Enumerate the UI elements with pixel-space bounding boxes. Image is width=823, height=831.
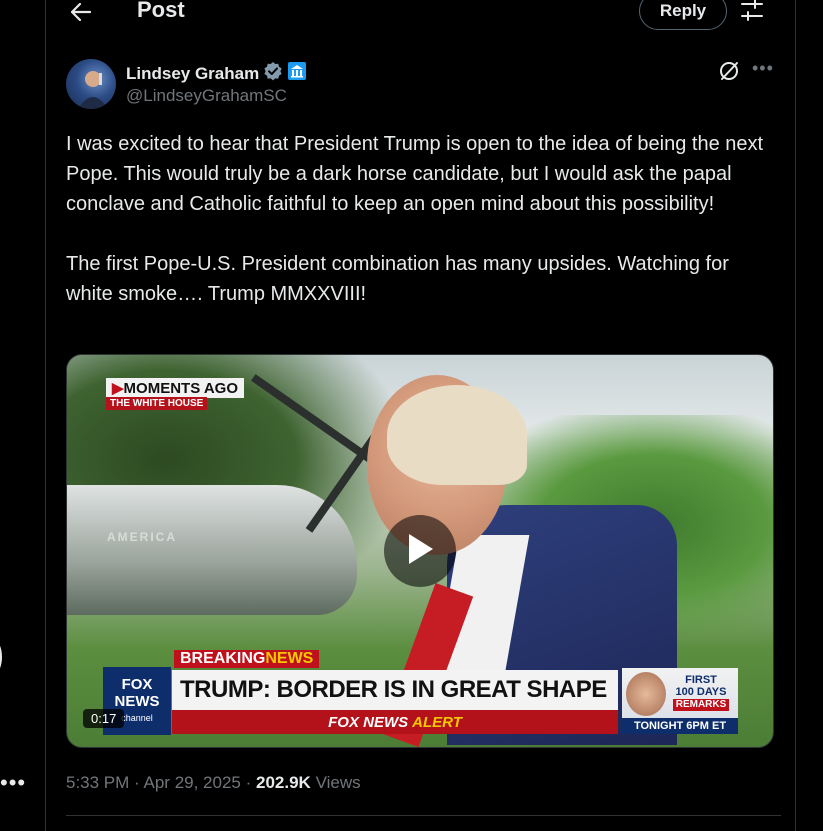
breaking-label: BREAKING <box>180 650 266 667</box>
verified-badge-icon <box>263 61 283 86</box>
author-name[interactable]: Lindsey Graham <box>126 64 259 84</box>
tweet-text: I was excited to hear that President Tru… <box>66 133 764 305</box>
fox-logo-channel: channel <box>121 712 153 723</box>
post-column: Post Reply Lindsey Graham @LindseyGraham… <box>45 0 796 831</box>
back-arrow-icon[interactable] <box>66 0 96 26</box>
play-icon <box>405 532 435 571</box>
meta-separator: · <box>245 773 252 792</box>
first100-remarks: REMARKS <box>672 699 730 711</box>
divider <box>66 815 781 816</box>
moments-arrow: ▶ <box>112 380 124 397</box>
government-building-icon <box>287 61 307 86</box>
views-label: Views <box>315 773 361 792</box>
author-name-row: Lindsey Graham <box>126 61 307 86</box>
post-time[interactable]: 5:33 PM <box>66 773 129 792</box>
fox-logo-fox: FOX <box>121 675 153 693</box>
moments-ago-tag: ▶MOMENTS AGO <box>106 378 244 398</box>
first-100-days-box: FIRST 100 DAYS REMARKS TONIGHT 6PM ET <box>622 668 738 734</box>
partial-avatar-ring <box>0 640 2 674</box>
tonight-label: TONIGHT 6PM ET <box>622 718 738 734</box>
author-handle[interactable]: @LindseyGrahamSC <box>126 86 287 106</box>
avatar[interactable] <box>66 59 116 109</box>
settings-sliders-icon[interactable] <box>740 0 764 24</box>
helicopter-text: AMERICA <box>107 530 177 544</box>
person-hair <box>387 385 527 485</box>
location-tag: THE WHITE HOUSE <box>106 397 208 410</box>
moments-label: MOMENTS AGO <box>123 380 238 397</box>
post-meta: 5:33 PM · Apr 29, 2025 · 202.9K Views <box>66 773 361 793</box>
first100-line1: FIRST <box>685 674 717 686</box>
first-100-text: FIRST 100 DAYS REMARKS <box>668 674 734 711</box>
more-dots-icon[interactable]: ••• <box>0 770 26 796</box>
more-options-icon[interactable]: ••• <box>752 58 774 79</box>
reply-button[interactable]: Reply <box>639 0 727 30</box>
alert-word: ALERT <box>412 713 462 731</box>
grok-icon[interactable] <box>718 60 740 82</box>
breaking-news-tag: BREAKINGNEWS <box>174 650 320 668</box>
play-button[interactable] <box>384 515 456 587</box>
meta-separator: · <box>134 773 140 792</box>
alert-brand: FOX NEWS <box>328 713 409 731</box>
headline-banner: TRUMP: BORDER IS IN GREAT SHAPE <box>172 670 618 710</box>
news-label: NEWS <box>265 650 314 667</box>
first100-line2: 100 DAYS <box>675 686 727 698</box>
post-header: Post Reply <box>46 0 795 30</box>
portrait-thumbnail <box>626 672 666 716</box>
views-count: 202.9K <box>256 773 311 792</box>
page-title: Post <box>137 0 185 22</box>
helicopter: AMERICA <box>67 485 357 615</box>
fox-logo-news: NEWS <box>114 692 160 710</box>
post-date[interactable]: Apr 29, 2025 <box>144 773 241 792</box>
video-duration: 0:17 <box>83 709 125 728</box>
video-player[interactable]: AMERICA ▶MOMENTS AGO THE WHITE HOUSE BRE… <box>66 354 774 748</box>
fox-news-alert-bar: FOX NEWS ALERT <box>172 710 618 734</box>
